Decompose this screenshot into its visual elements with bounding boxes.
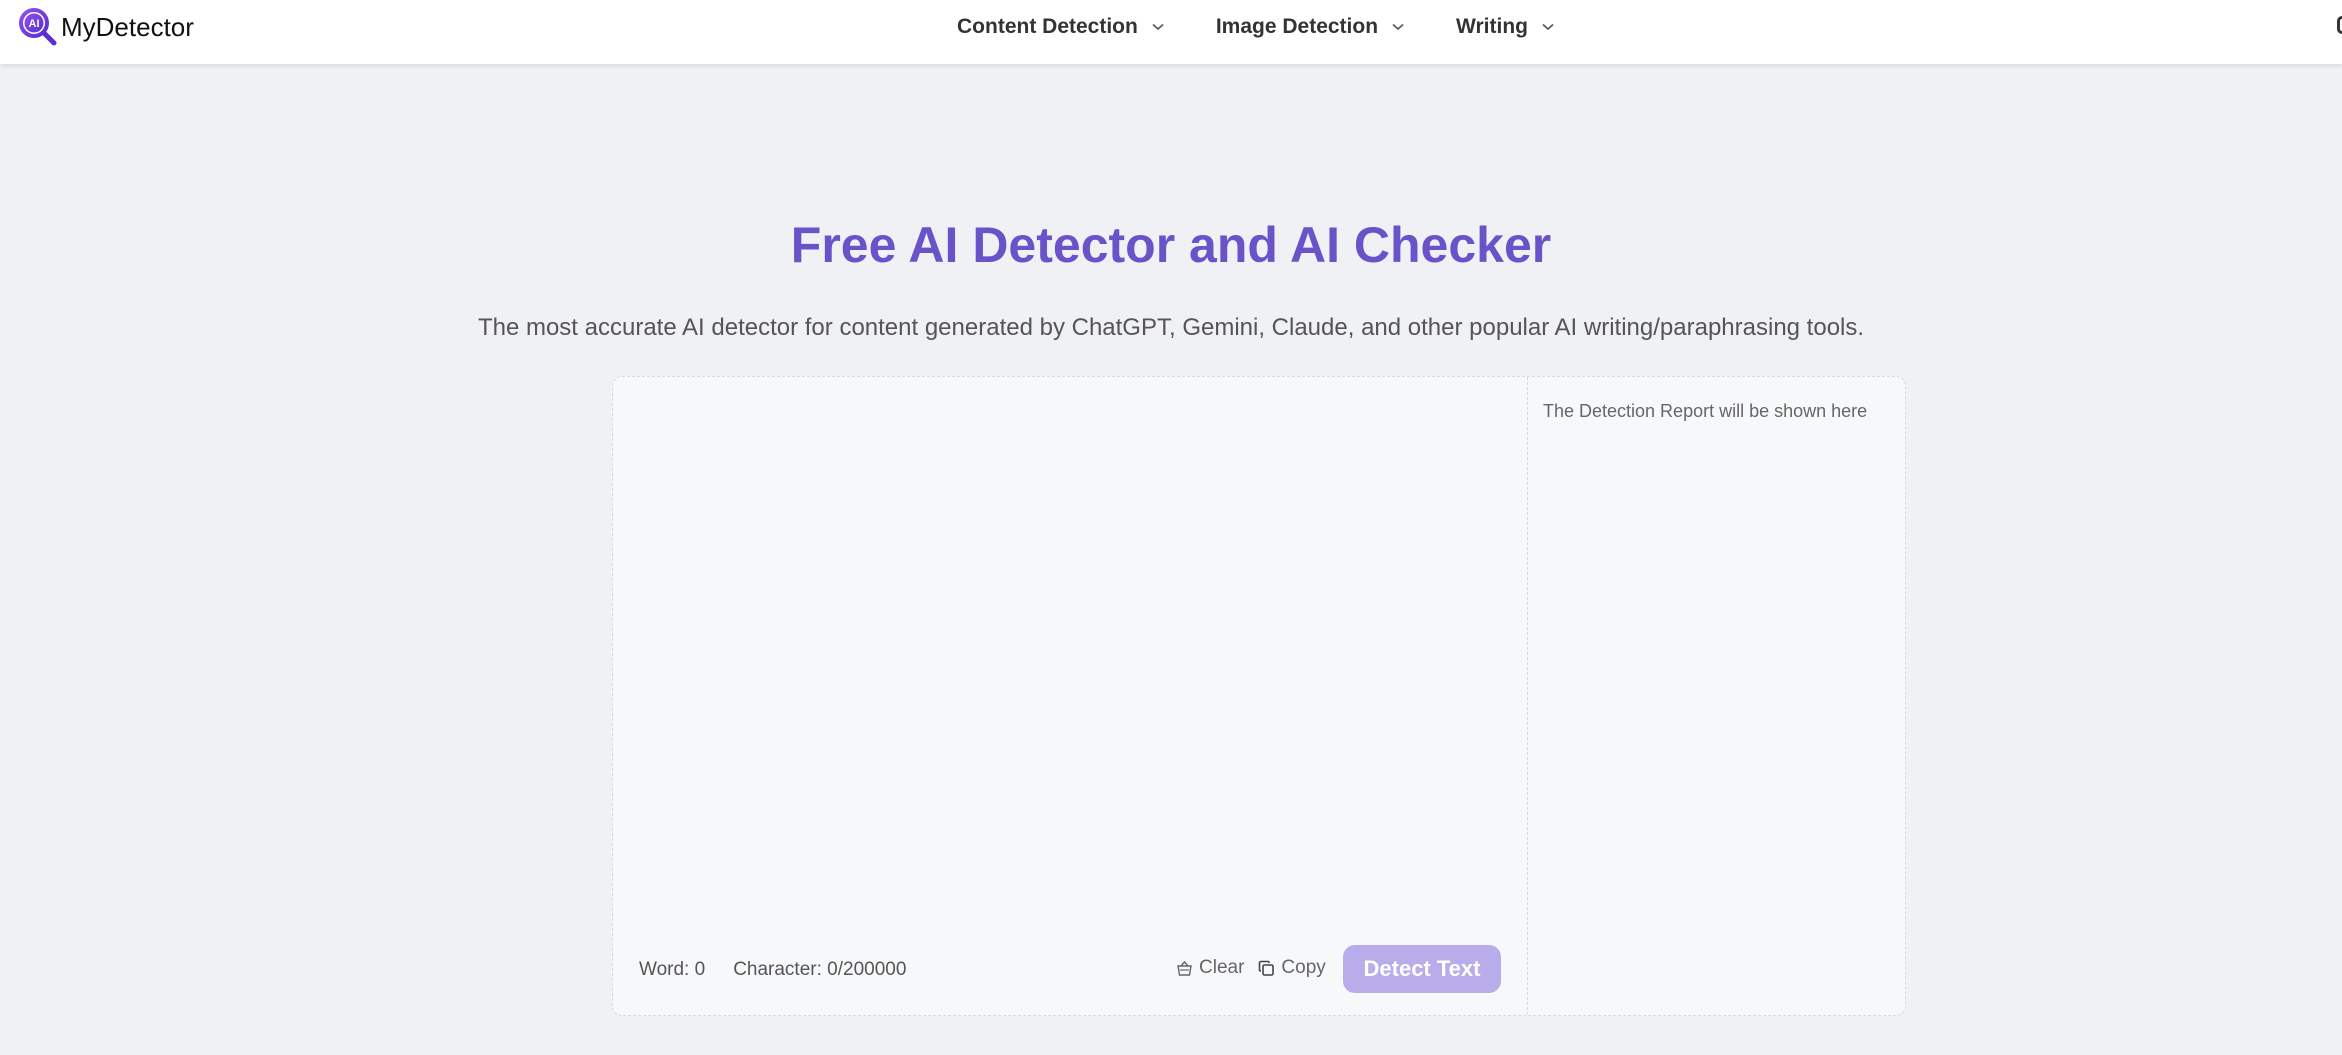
detection-report-placeholder: The Detection Report will be shown here	[1543, 401, 1868, 421]
top-header: AI MyDetector Content Detection Image De…	[0, 0, 2342, 64]
site-logo[interactable]: AI MyDetector	[18, 7, 194, 47]
text-input[interactable]	[631, 395, 1515, 939]
basket-clear-icon	[1177, 960, 1192, 976]
logo-text: MyDetector	[61, 12, 194, 42]
copy-label: Copy	[1281, 957, 1326, 978]
main-nav: Content Detection Image Detection Writin…	[957, 0, 1554, 54]
nav-label: Content Detection	[957, 15, 1138, 38]
nav-writing[interactable]: Writing	[1456, 15, 1554, 39]
nav-image-detection[interactable]: Image Detection	[1216, 15, 1404, 39]
clear-label: Clear	[1199, 957, 1245, 978]
clear-button[interactable]: Clear	[1176, 957, 1244, 979]
copy-button[interactable]: Copy	[1258, 957, 1326, 979]
chevron-down-icon	[1542, 23, 1554, 31]
text-editor-area: Word: 0 Character: 0/200000 Clear Copy D	[613, 377, 1528, 1015]
character-count: Character: 0/200000	[733, 959, 907, 980]
clipped-header-control[interactable]	[2337, 16, 2342, 34]
copy-icon	[1259, 960, 1275, 976]
detector-panel: Word: 0 Character: 0/200000 Clear Copy D	[612, 376, 1906, 1016]
detect-text-button[interactable]: Detect Text	[1343, 945, 1501, 993]
text-stats: Word: 0 Character: 0/200000	[639, 959, 906, 981]
page-title: Free AI Detector and AI Checker	[790, 217, 1552, 273]
page-subtitle: The most accurate AI detector for conten…	[477, 314, 1865, 341]
ai-magnifier-logo-icon: AI	[19, 8, 57, 46]
nav-label: Image Detection	[1215, 15, 1379, 38]
word-count: Word: 0	[639, 959, 706, 980]
chevron-down-icon	[1392, 23, 1404, 31]
svg-text:AI: AI	[29, 18, 40, 30]
editor-tools: Clear Copy	[1176, 957, 1326, 979]
chevron-down-icon	[1152, 23, 1164, 31]
nav-label: Writing	[1456, 15, 1528, 38]
nav-content-detection[interactable]: Content Detection	[957, 15, 1164, 39]
